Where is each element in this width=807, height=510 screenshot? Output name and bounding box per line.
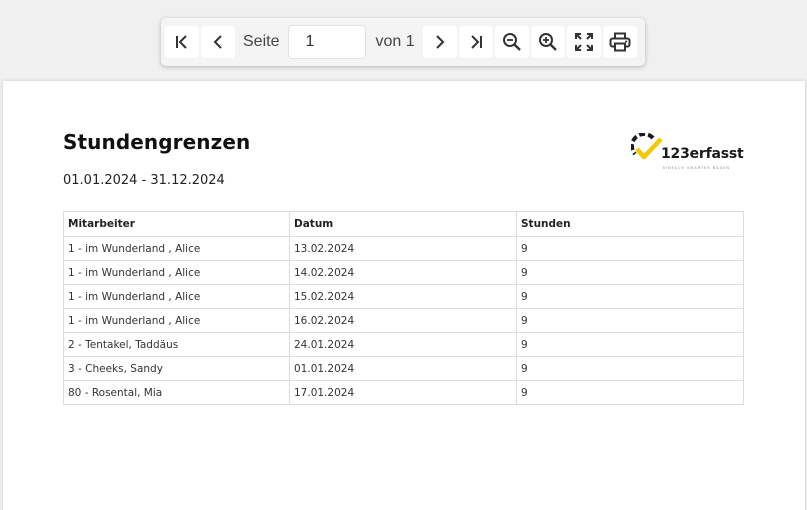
hours-cell: 9 — [516, 332, 744, 357]
report-date-range: 01.01.2024 - 31.12.2024 — [63, 173, 225, 188]
employee-cell: 3 - Cheeks, Sandy — [63, 356, 290, 381]
employee-cell: 80 - Rosental, Mia — [63, 380, 290, 405]
zoom-out-button[interactable] — [494, 26, 529, 58]
employee-cell: 2 - Tentakel, Taddäus — [63, 332, 290, 357]
table-row: 1 - im Wunderland , Alice 15.02.2024 9 — [63, 284, 744, 309]
viewer-toolbar: Seite von 1 — [161, 18, 645, 66]
fullscreen-button[interactable] — [566, 26, 601, 58]
hours-limit-table: Mitarbeiter Datum Stunden 1 - im Wunderl… — [63, 211, 744, 405]
hours-cell: 9 — [516, 260, 744, 285]
first-page-icon — [173, 33, 191, 51]
next-page-button[interactable] — [422, 26, 457, 58]
table-row: 2 - Tentakel, Taddäus 24.01.2024 9 — [63, 332, 744, 357]
last-page-icon — [467, 33, 485, 51]
hours-cell: 9 — [516, 356, 744, 381]
date-cell: 14.02.2024 — [289, 260, 517, 285]
next-page-icon — [431, 33, 449, 51]
zoom-in-icon — [538, 32, 558, 52]
zoom-out-icon — [502, 32, 522, 52]
employee-cell: 1 - im Wunderland , Alice — [63, 284, 290, 309]
table-row: 3 - Cheeks, Sandy 01.01.2024 9 — [63, 356, 744, 381]
date-cell: 17.01.2024 — [289, 380, 517, 405]
last-page-button[interactable] — [458, 26, 493, 58]
print-icon — [609, 32, 631, 52]
table-row: 1 - im Wunderland , Alice 14.02.2024 9 — [63, 260, 744, 285]
date-cell: 24.01.2024 — [289, 332, 517, 357]
hours-cell: 9 — [516, 308, 744, 333]
date-cell: 16.02.2024 — [289, 308, 517, 333]
table-header-row: Mitarbeiter Datum Stunden — [63, 211, 744, 237]
column-header-hours: Stunden — [516, 211, 744, 237]
date-cell: 13.02.2024 — [289, 236, 517, 261]
employee-cell: 1 - im Wunderland , Alice — [63, 308, 290, 333]
print-button[interactable] — [602, 26, 637, 58]
hours-cell: 9 — [516, 284, 744, 309]
hours-cell: 9 — [516, 380, 744, 405]
employee-cell: 1 - im Wunderland , Alice — [63, 236, 290, 261]
employee-cell: 1 - im Wunderland , Alice — [63, 260, 290, 285]
table-row: 1 - im Wunderland , Alice 13.02.2024 9 — [63, 236, 744, 261]
date-cell: 15.02.2024 — [289, 284, 517, 309]
previous-page-icon — [209, 33, 227, 51]
logo-tagline: EINFACH SMARTER BAUEN — [663, 166, 730, 170]
table-row: 80 - Rosental, Mia 17.01.2024 9 — [63, 380, 744, 405]
document-page: Stundengrenzen 01.01.2024 - 31.12.2024 1… — [3, 81, 805, 510]
hours-cell: 9 — [516, 236, 744, 261]
first-page-button[interactable] — [165, 26, 199, 58]
date-cell: 01.01.2024 — [289, 356, 517, 381]
page-label: Seite — [243, 33, 280, 50]
column-header-employee: Mitarbeiter — [63, 211, 290, 237]
column-header-date: Datum — [289, 211, 517, 237]
logo-wordmark: 123erfasst — [661, 146, 744, 162]
fullscreen-icon — [574, 32, 594, 52]
company-logo: 123erfasst EINFACH SMARTER BAUEN — [631, 133, 744, 175]
page-count-label: von 1 — [375, 33, 415, 50]
zoom-in-button[interactable] — [530, 26, 565, 58]
table-row: 1 - im Wunderland , Alice 16.02.2024 9 — [63, 308, 744, 333]
previous-page-button[interactable] — [201, 26, 235, 58]
report-title: Stundengrenzen — [63, 130, 251, 154]
page-number-input[interactable] — [288, 25, 367, 59]
pdf-viewer: Seite von 1 — [0, 0, 807, 510]
